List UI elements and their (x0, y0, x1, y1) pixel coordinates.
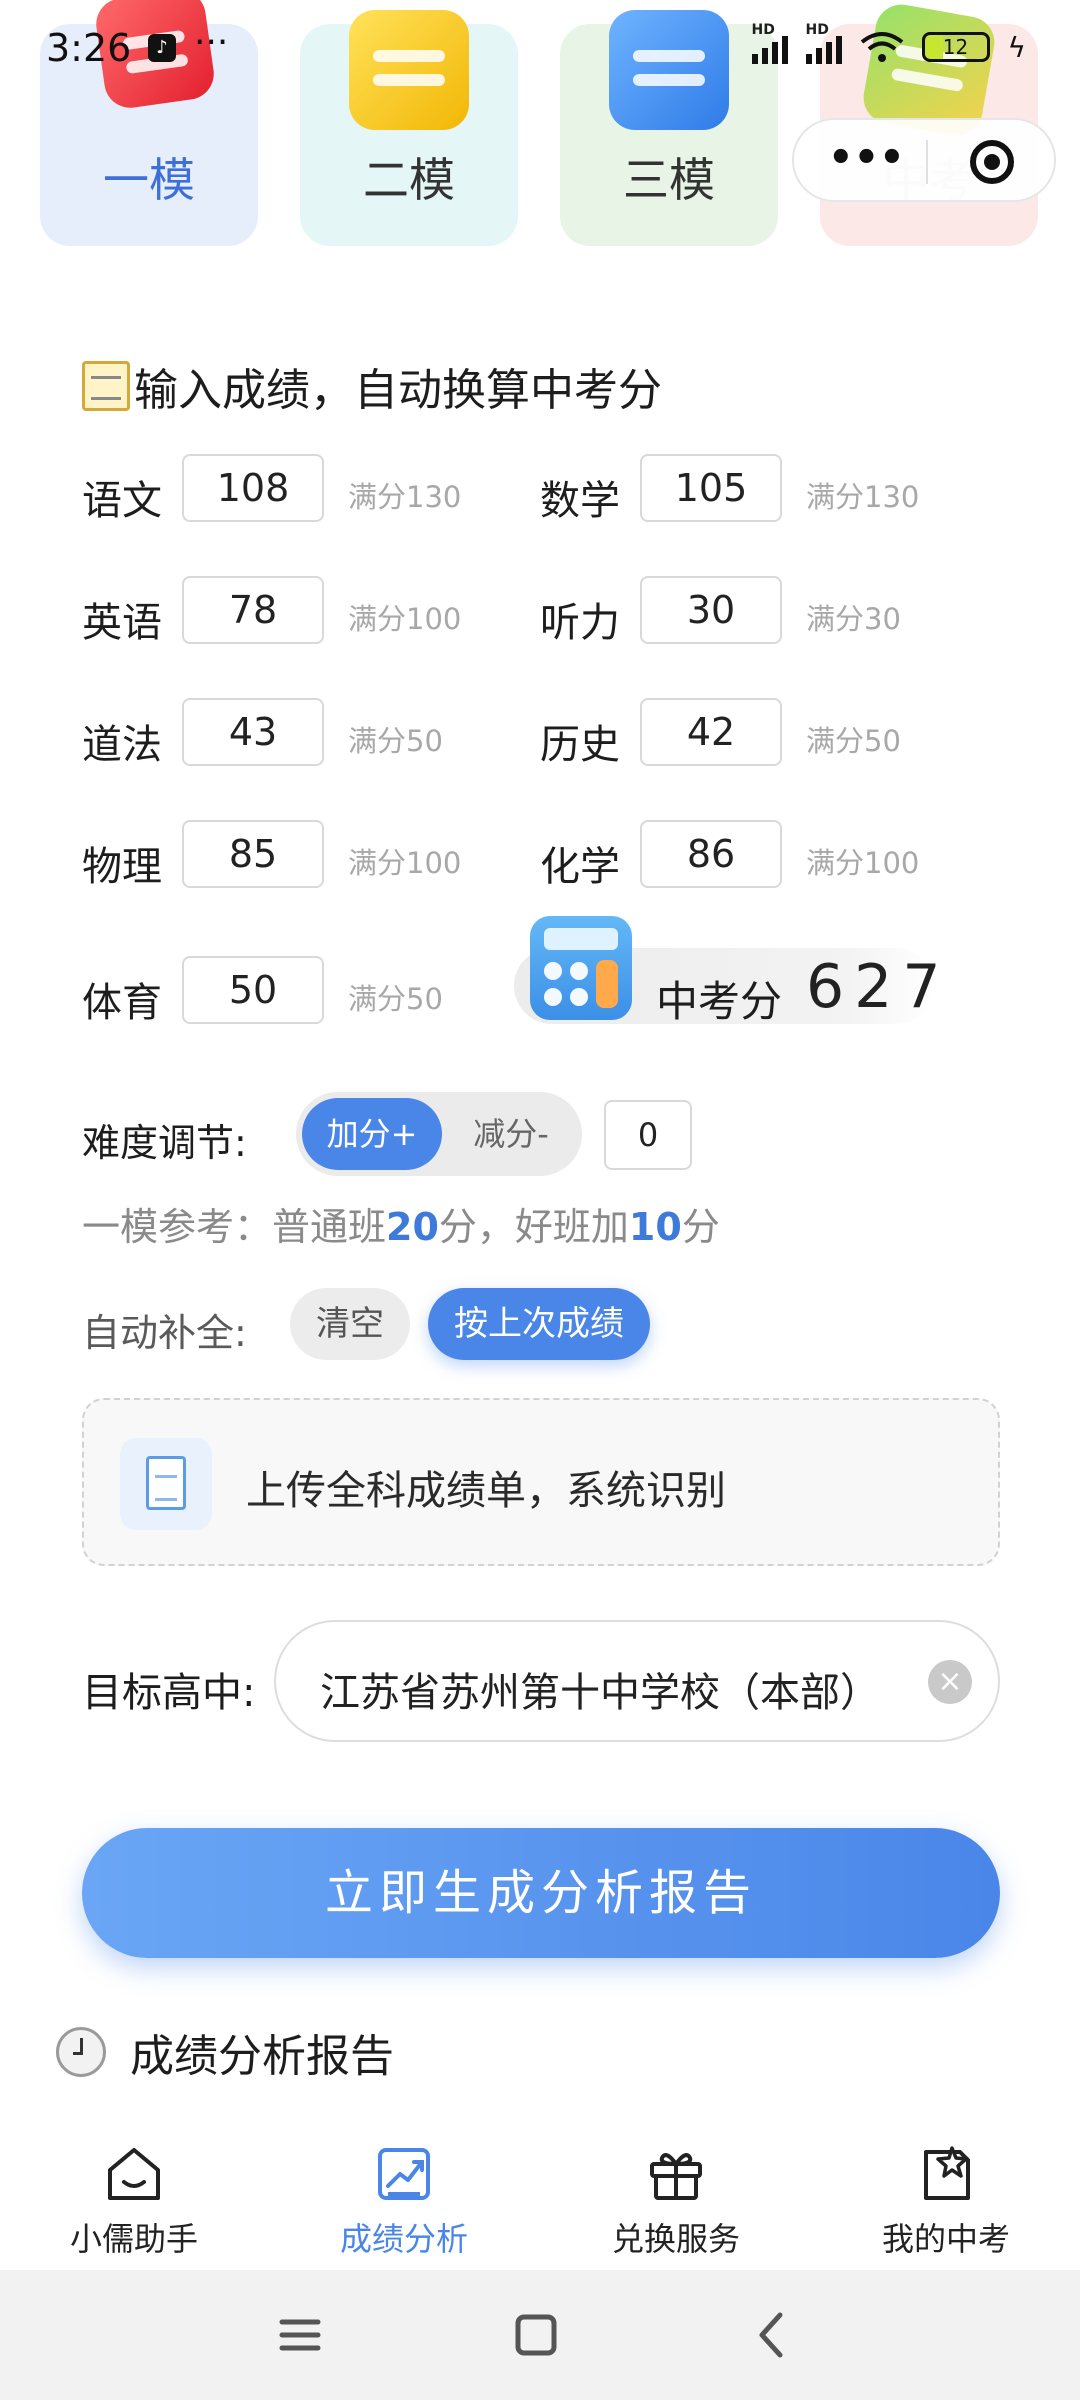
clear-input-icon[interactable]: × (928, 1660, 972, 1704)
full-score-hint: 满分130 (348, 480, 462, 514)
total-score-value: 627 (806, 952, 951, 1022)
score-row: 道法 43 满分50 历史 42 满分50 (82, 698, 1042, 768)
difficulty-label: 难度调节: (82, 1121, 247, 1165)
signal-2-icon: HD (805, 22, 842, 64)
generate-report-button[interactable]: 立即生成分析报告 (82, 1828, 1000, 1958)
reference-hint: 一模参考：普通班20分，好班加10分 (82, 1205, 720, 1249)
difficulty-value-input[interactable]: 0 (604, 1100, 692, 1170)
use-last-scores-button[interactable]: 按上次成绩 (428, 1288, 650, 1360)
report-section-title: 成绩分析报告 (56, 2020, 394, 2084)
status-more-indicator: ··· (194, 22, 229, 63)
score-input[interactable]: 108 (182, 454, 324, 522)
full-score-hint: 满分50 (348, 724, 443, 758)
subject-label: 语文 (82, 478, 162, 524)
system-navigation-bar (0, 2270, 1080, 2400)
tab-ermo-label: 二模 (363, 153, 455, 207)
score-input[interactable]: 50 (182, 956, 324, 1024)
full-score-hint: 满分50 (806, 724, 901, 758)
tab-my-zhongkao[interactable]: 我的中考 (836, 2134, 1056, 2270)
document-icon (120, 1438, 212, 1530)
chart-trend-icon (372, 2142, 436, 2206)
more-menu-button[interactable]: ••• (828, 138, 905, 178)
tab-assistant[interactable]: 小儒助手 (24, 2134, 244, 2270)
normal-class-points: 20 (386, 1205, 439, 1249)
menu-icon[interactable] (260, 2300, 340, 2370)
score-input[interactable]: 43 (182, 698, 324, 766)
tab-label: 成绩分析 (339, 2220, 468, 2258)
score-row: 物理 85 满分100 化学 86 满分100 (82, 820, 1042, 890)
difficulty-toggle: 加分+ 减分- (296, 1092, 582, 1176)
tab-redeem[interactable]: 兑换服务 (566, 2134, 786, 2270)
star-note-icon (914, 2142, 978, 2206)
capsule-divider (926, 140, 928, 184)
battery-icon: 12 (921, 32, 990, 62)
back-icon[interactable] (732, 2300, 812, 2370)
full-score-hint: 满分100 (806, 846, 920, 880)
gift-icon (644, 2142, 708, 2206)
wifi-icon (860, 32, 903, 62)
target-school-input[interactable]: 江苏省苏州第十中学校（本部） × (274, 1620, 1000, 1742)
subject-label: 体育 (82, 980, 162, 1026)
score-input[interactable]: 105 (640, 454, 782, 522)
score-row: 语文 108 满分130 数学 105 满分130 (82, 454, 1042, 524)
home-icon[interactable] (496, 2300, 576, 2370)
target-school-value: 江苏省苏州第十中学校（本部） (320, 1670, 880, 1716)
status-time: 3:26 (46, 26, 132, 70)
add-points-option[interactable]: 加分+ (302, 1098, 442, 1170)
status-bar: 3:26 ♪ ··· HD HD 12 ϟ (0, 0, 1080, 100)
subject-label: 历史 (540, 722, 620, 768)
subject-label: 化学 (540, 844, 620, 890)
calculator-icon (530, 916, 632, 1020)
miniprogram-capsule: ••• (792, 118, 1056, 202)
tiktok-notification-icon: ♪ (148, 34, 176, 62)
tab-label: 兑换服务 (611, 2220, 740, 2258)
report-title-text: 成绩分析报告 (130, 2031, 394, 2082)
total-score-label: 中考分 (656, 977, 783, 1026)
charging-icon: ϟ (1007, 30, 1026, 64)
good-class-points: 10 (628, 1205, 682, 1249)
score-input[interactable]: 85 (182, 820, 324, 888)
full-score-hint: 满分100 (348, 602, 462, 636)
upload-transcript-area[interactable]: 上传全科成绩单，系统识别 (82, 1398, 1000, 1566)
home-smile-icon (102, 2142, 166, 2206)
bottom-tab-bar: 小儒助手 成绩分析 兑换服务 我的中考 (0, 2124, 1080, 2270)
memo-icon (82, 361, 130, 411)
score-input[interactable]: 30 (640, 576, 782, 644)
full-score-hint: 满分130 (806, 480, 920, 514)
full-score-hint: 满分30 (806, 602, 901, 636)
clock-icon (56, 2027, 106, 2077)
close-miniprogram-button[interactable] (970, 140, 1014, 184)
score-input[interactable]: 42 (640, 698, 782, 766)
heading-text: 输入成绩，自动换算中考分 (134, 365, 662, 416)
tab-sanmo-label: 三模 (623, 153, 715, 207)
score-input[interactable]: 78 (182, 576, 324, 644)
subject-label: 道法 (82, 722, 162, 768)
upload-text: 上传全科成绩单，系统识别 (246, 1468, 726, 1514)
target-school-label: 目标高中: (82, 1670, 256, 1716)
full-score-hint: 满分50 (348, 982, 443, 1016)
tab-score-analysis[interactable]: 成绩分析 (294, 2134, 514, 2270)
subject-label: 物理 (82, 844, 162, 890)
full-score-hint: 满分100 (348, 846, 462, 880)
subject-label: 英语 (82, 600, 162, 646)
tab-label: 小儒助手 (69, 2220, 198, 2258)
signal-icon: HD (751, 22, 788, 64)
subtract-points-option[interactable]: 减分- (446, 1098, 576, 1170)
tab-label: 我的中考 (881, 2220, 1010, 2258)
score-input-heading: 输入成绩，自动换算中考分 (82, 354, 662, 418)
score-input[interactable]: 86 (640, 820, 782, 888)
tab-yimo-label: 一模 (103, 153, 195, 207)
autofill-label: 自动补全: (82, 1311, 247, 1355)
clear-button[interactable]: 清空 (290, 1288, 410, 1360)
subject-label: 听力 (540, 600, 620, 646)
subject-label: 数学 (540, 478, 620, 524)
score-row: 英语 78 满分100 听力 30 满分30 (82, 576, 1042, 646)
